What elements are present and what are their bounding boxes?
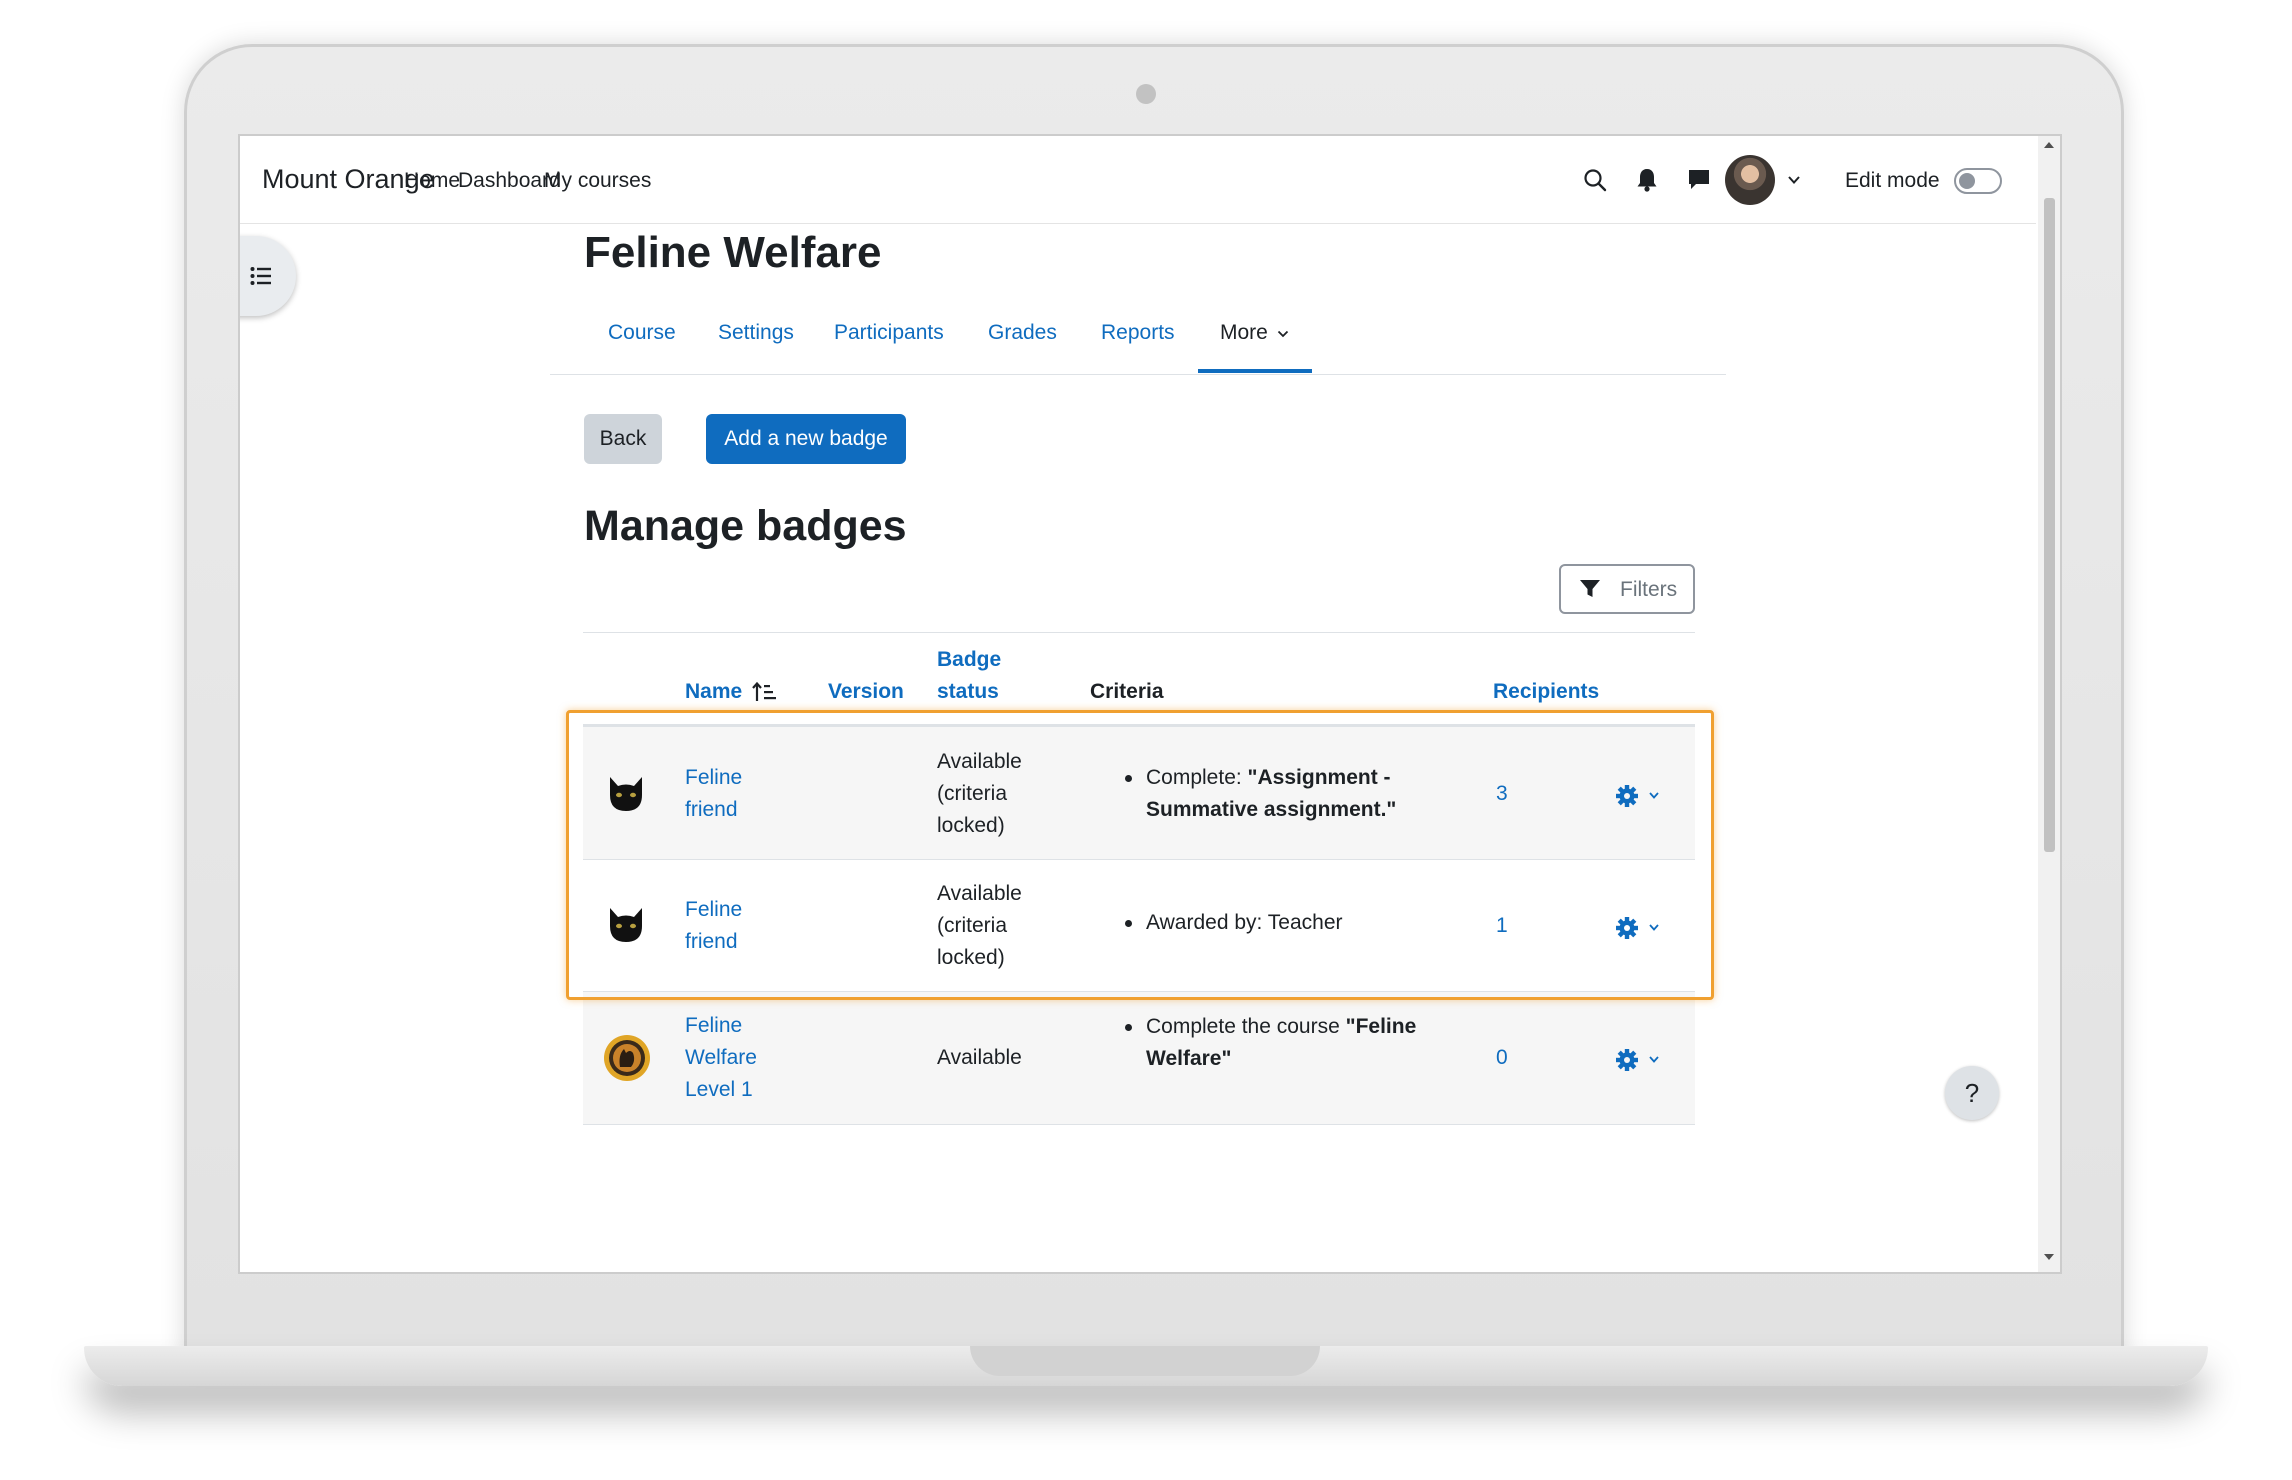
filters-button[interactable]: Filters — [1559, 564, 1695, 614]
criteria-bullet — [1125, 1024, 1132, 1031]
tab-more-label: More — [1220, 321, 1268, 344]
column-header-name[interactable]: Name — [685, 676, 742, 708]
user-avatar[interactable] — [1725, 155, 1775, 205]
scroll-up-arrow[interactable] — [2044, 142, 2054, 148]
nav-my-courses[interactable]: My courses — [544, 169, 651, 193]
help-button[interactable]: ? — [1945, 1066, 1999, 1120]
chevron-down-icon — [1277, 330, 1288, 338]
feline-welfare-level-badge-icon — [604, 1035, 650, 1081]
criteria-prefix: Complete the course — [1146, 1015, 1346, 1038]
scrollbar-thumb[interactable] — [2044, 198, 2055, 852]
tab-settings[interactable]: Settings — [718, 321, 794, 345]
column-header-badge-status-line2: status — [937, 680, 999, 703]
badge-name-line: Welfare — [685, 1046, 757, 1069]
screen: Mount Orange Home Dashboard My courses E… — [238, 134, 2062, 1274]
column-header-version[interactable]: Version — [828, 676, 904, 708]
sort-ascending-icon[interactable] — [752, 681, 778, 703]
recipients-count-link[interactable]: 0 — [1496, 1042, 1508, 1074]
badge-name-line: Feline — [685, 1014, 743, 1037]
filters-label: Filters — [1620, 578, 1678, 601]
scroll-down-arrow[interactable] — [2044, 1254, 2054, 1260]
column-header-badge-status[interactable]: Badge status — [937, 644, 1001, 708]
criteria-bold-text: "Feline — [1345, 1015, 1417, 1038]
tab-grades[interactable]: Grades — [988, 321, 1057, 345]
criteria-bold-text: Welfare" — [1146, 1047, 1232, 1070]
table-top-divider — [583, 632, 1695, 633]
search-icon[interactable] — [1582, 167, 1608, 193]
notification-bell-icon[interactable] — [1635, 167, 1659, 193]
highlight-box — [566, 710, 1714, 1000]
badge-status: Available — [937, 1046, 1022, 1069]
list-icon — [250, 267, 271, 285]
column-header-recipients[interactable]: Recipients — [1493, 676, 1599, 708]
tab-more[interactable]: More — [1220, 321, 1289, 345]
tab-reports[interactable]: Reports — [1101, 321, 1175, 345]
back-button[interactable]: Back — [584, 414, 662, 464]
badge-name-link[interactable]: Feline Welfare Level 1 — [685, 1010, 757, 1106]
gear-icon[interactable] — [1616, 1048, 1674, 1072]
add-new-badge-button[interactable]: Add a new badge — [706, 414, 906, 464]
page-heading: Manage badges — [584, 502, 907, 550]
edit-mode-label: Edit mode — [1845, 169, 1940, 192]
badge-criteria: Complete the course "Feline Welfare" — [1146, 1011, 1416, 1075]
laptop-notch — [970, 1346, 1320, 1376]
badge-name-line: Level 1 — [685, 1078, 753, 1101]
messages-icon[interactable] — [1686, 167, 1712, 193]
top-navbar: Mount Orange Home Dashboard My courses E… — [240, 136, 2036, 224]
active-tab-indicator — [1198, 369, 1312, 373]
filter-funnel-icon — [1580, 580, 1600, 597]
column-header-badge-status-line1: Badge — [937, 648, 1002, 671]
chevron-down-icon[interactable] — [1787, 174, 1801, 186]
course-index-drawer-button[interactable] — [240, 236, 296, 316]
course-title: Feline Welfare — [584, 228, 882, 277]
tab-course[interactable]: Course — [608, 321, 676, 345]
nav-home[interactable]: Home — [404, 169, 460, 193]
tab-participants[interactable]: Participants — [834, 321, 944, 345]
column-header-criteria: Criteria — [1090, 680, 1164, 703]
row-divider — [583, 1124, 1695, 1125]
edit-mode-toggle[interactable] — [1954, 168, 2002, 194]
laptop-camera — [1136, 84, 1156, 104]
tabs-divider — [550, 374, 1726, 375]
column-header-name-label: Name — [685, 680, 743, 703]
